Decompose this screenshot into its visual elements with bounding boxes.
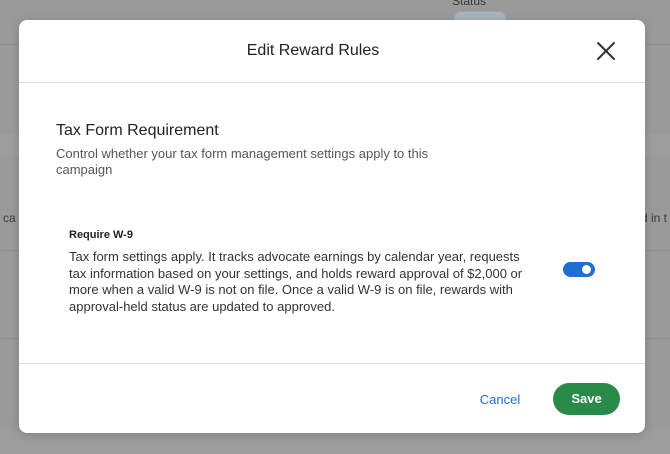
background-header-text: Status bbox=[452, 0, 487, 8]
require-w9-toggle[interactable] bbox=[563, 262, 595, 277]
close-icon bbox=[597, 42, 615, 60]
dialog-footer: Cancel Save bbox=[19, 363, 645, 433]
close-button[interactable] bbox=[595, 40, 617, 62]
toggle-knob bbox=[582, 265, 591, 274]
section-description: Control whether your tax form management… bbox=[56, 146, 429, 177]
dialog-title: Edit Reward Rules bbox=[246, 42, 380, 59]
save-button[interactable]: Save bbox=[553, 383, 620, 415]
require-w9-description: Tax form settings apply. It tracks advoc… bbox=[69, 249, 523, 314]
section-title: Tax Form Requirement bbox=[56, 122, 219, 139]
require-w9-label: Require W-9 bbox=[69, 229, 133, 241]
cancel-button[interactable]: Cancel bbox=[465, 390, 535, 410]
edit-reward-rules-dialog: Edit Reward Rules Tax Form Requirement C… bbox=[19, 20, 645, 433]
background-cell-text: ca bbox=[3, 211, 16, 225]
dialog-header: Edit Reward Rules bbox=[19, 20, 645, 83]
